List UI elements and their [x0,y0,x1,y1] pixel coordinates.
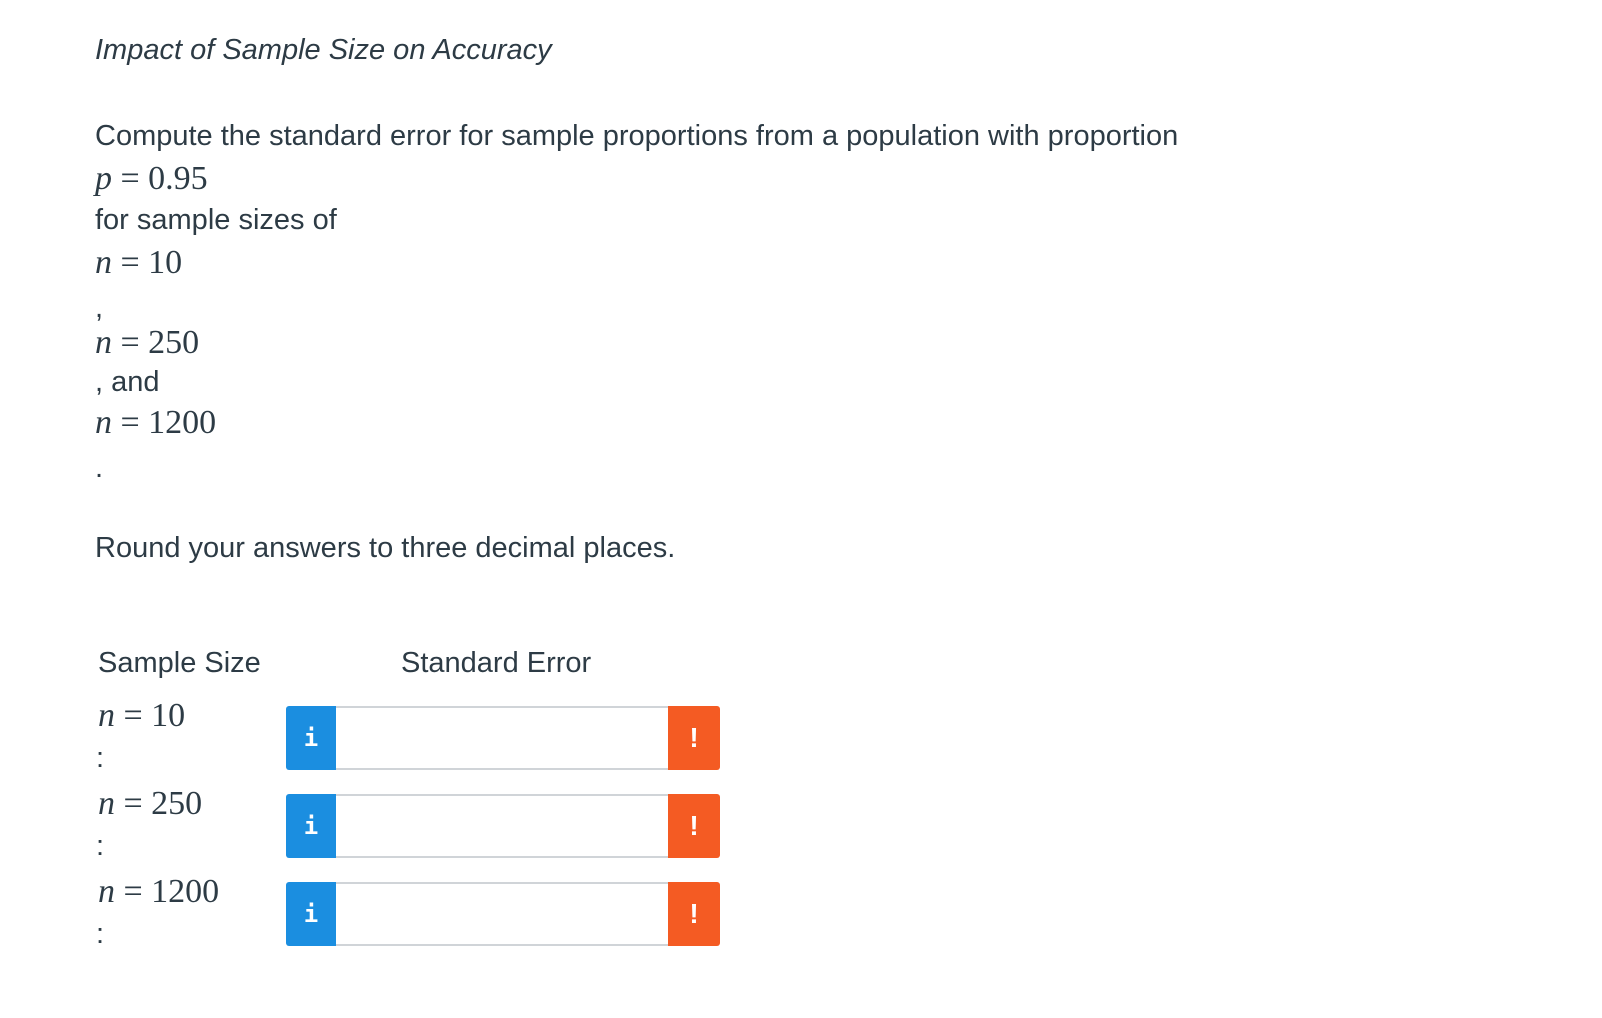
info-icon: i [303,900,319,928]
period: . [95,452,104,484]
info-button[interactable]: i [286,794,336,858]
row-colon: : [96,830,105,862]
row-n-value: = 1200 [115,873,220,910]
row-label-n: n = 250 [98,785,202,823]
column-header-standard-error: Standard Error [401,647,592,679]
comma-separator: , [95,292,104,324]
math-p-equals: p = 0.95 [95,160,208,198]
math-p-value: = 0.95 [112,160,208,197]
exclamation-icon: ! [689,898,699,929]
math-var-n2: n [95,324,112,361]
math-var-n1: n [95,244,112,281]
exclamation-icon: ! [689,722,699,753]
warning-button[interactable]: ! [668,794,720,858]
rounding-instruction: Round your answers to three decimal plac… [95,532,676,564]
warning-button[interactable]: ! [668,706,720,770]
info-icon: i [303,724,319,752]
row-var-n: n [98,873,115,910]
row-var-n: n [98,785,115,822]
sample-sizes-intro: for sample sizes of [95,204,337,236]
row-colon: : [96,918,105,950]
info-button[interactable]: i [286,882,336,946]
math-n2: n = 250 [95,324,199,362]
row-n-value: = 10 [115,697,186,734]
standard-error-input-n1200[interactable] [336,882,668,946]
info-button[interactable]: i [286,706,336,770]
row-n-value: = 250 [115,785,203,822]
math-var-p: p [95,160,112,197]
column-header-sample-size: Sample Size [98,647,261,679]
row-label-n: n = 1200 [98,873,219,911]
exclamation-icon: ! [689,810,699,841]
question-title: Impact of Sample Size on Accuracy [95,34,552,66]
question-intro: Compute the standard error for sample pr… [95,120,1179,152]
math-var-n3: n [95,404,112,441]
warning-button[interactable]: ! [668,882,720,946]
row-var-n: n [98,697,115,734]
math-n1: n = 10 [95,244,182,282]
math-n3-value: = 1200 [112,404,217,441]
standard-error-input-n10[interactable] [336,706,668,770]
math-n3: n = 1200 [95,404,216,442]
info-icon: i [303,812,319,840]
math-n1-value: = 10 [112,244,183,281]
and-text: , and [95,366,160,398]
row-colon: : [96,742,105,774]
standard-error-input-n250[interactable] [336,794,668,858]
math-n2-value: = 250 [112,324,200,361]
row-label-n: n = 10 [98,697,185,735]
